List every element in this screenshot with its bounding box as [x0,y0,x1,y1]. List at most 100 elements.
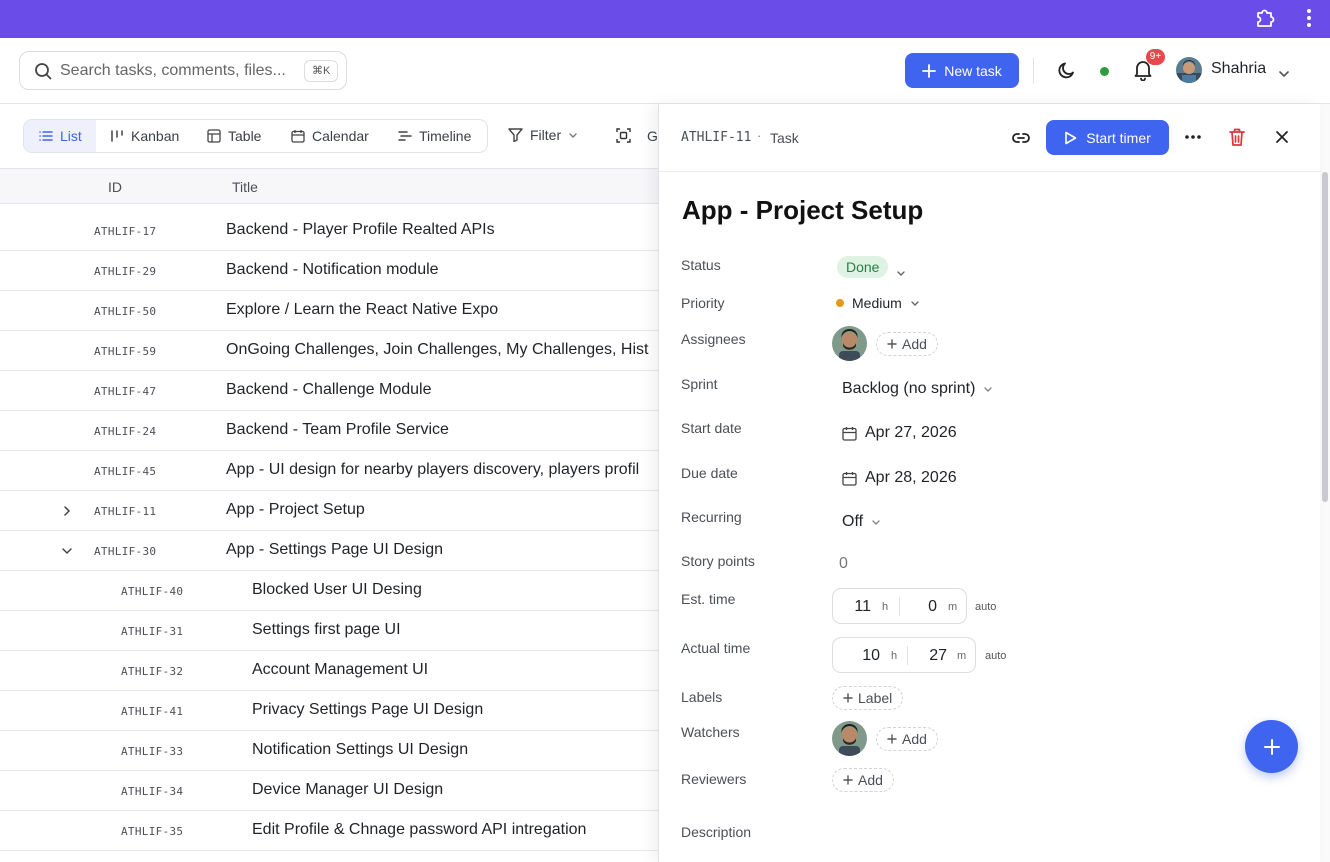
start-date-picker[interactable]: Apr 27, 2026 [842,424,957,442]
search-box[interactable]: ⌘K [19,51,347,90]
close-icon[interactable] [1274,129,1290,150]
chevron-right-icon[interactable] [60,504,74,523]
task-title-cell[interactable]: Privacy Settings Page UI Design [252,701,483,719]
search-input[interactable] [60,60,300,82]
more-horizontal-icon[interactable] [1184,128,1202,151]
link-icon[interactable] [1011,128,1031,153]
column-header-id[interactable]: ID [108,179,122,195]
task-title-cell[interactable]: Settings first page UI [252,621,401,639]
sprint-select[interactable]: Backlog (no sprint) [842,380,993,398]
table-row[interactable]: ATHLIF-50 Explore / Learn the React Nativ… [0,291,658,331]
est-minutes[interactable]: 0 [907,598,937,616]
table-row[interactable]: ATHLIF-29 Backend - Notification module [0,251,658,291]
add-watcher-button[interactable]: Add [876,727,938,751]
status-badge[interactable]: Done [837,256,889,278]
group-button-label[interactable]: G [647,128,658,144]
field-label-priority: Priority [681,295,725,311]
floating-add-button[interactable] [1245,720,1298,773]
tab-calendar[interactable]: Calendar [291,120,381,152]
watcher-avatar[interactable] [832,721,867,756]
field-label-watchers: Watchers [681,724,740,740]
user-name[interactable]: Shahria [1211,60,1266,78]
chevron-down-icon[interactable] [1278,65,1290,83]
table-row[interactable]: ATHLIF-32 Account Management UI [0,651,658,691]
table-row[interactable]: ATHLIF-41 Privacy Settings Page UI Design [0,691,658,731]
task-title[interactable]: App - Project Setup [682,195,923,226]
table-row[interactable]: ATHLIF-11 App - Project Setup [0,491,658,531]
add-label-button[interactable]: Label [832,686,904,710]
filter-button[interactable]: Filter [508,127,578,143]
actual-time-auto-label: auto [985,650,1007,662]
task-title-cell[interactable]: Backend - Team Profile Service [226,421,449,439]
task-title-cell[interactable]: Account Management UI [252,661,428,679]
actual-minutes[interactable]: 27 [913,647,947,665]
tab-kanban-label: Kanban [131,128,180,144]
table-row[interactable]: ATHLIF-17 Backend - Player Profile Realte… [0,211,658,251]
tab-kanban[interactable]: Kanban [110,120,190,152]
view-tabs: List Kanban Table Calendar Timeline [23,119,488,153]
chevron-down-icon [984,386,993,392]
plus-icon [1263,738,1280,755]
task-title-cell[interactable]: Edit Profile & Chnage password API intre… [252,821,586,839]
task-id: ATHLIF-41 [121,705,184,718]
due-date-picker[interactable]: Apr 28, 2026 [842,469,957,487]
scrollbar[interactable] [1320,104,1330,862]
tab-list[interactable]: List [24,120,96,152]
recurring-select[interactable]: Off [842,513,881,531]
table-row[interactable]: ATHLIF-59 OnGoing Challenges, Join Challe… [0,331,658,371]
chevron-down-icon[interactable] [896,264,906,282]
actual-time-input[interactable]: 10 h 27 m [832,637,976,673]
moon-icon[interactable] [1057,60,1077,85]
chevron-down-icon[interactable] [60,544,74,563]
recurring-value: Off [842,513,864,530]
task-title-cell[interactable]: OnGoing Challenges, Join Challenges, My … [226,341,648,359]
chevron-down-icon [872,519,880,525]
task-title-cell[interactable]: Backend - Notification module [226,261,439,279]
story-points-value[interactable]: 0 [839,555,848,573]
column-header-title[interactable]: Title [232,179,258,195]
actual-minutes-unit: m [957,650,967,662]
tab-timeline[interactable]: Timeline [398,120,488,152]
user-avatar[interactable] [1176,57,1202,83]
task-title-cell[interactable]: Notification Settings UI Design [252,741,468,759]
search-shortcut-hint: ⌘K [304,60,339,82]
task-title-cell[interactable]: App - UI design for nearby players disco… [226,461,639,479]
table-row[interactable]: ATHLIF-35 Edit Profile & Chnage password … [0,811,658,851]
table-row[interactable]: ATHLIF-30 App - Settings Page UI Design [0,531,658,571]
actual-hours[interactable]: 10 [845,647,880,665]
priority-select[interactable]: Medium [836,295,920,311]
est-hours[interactable]: 11 [841,598,871,616]
view-toolbar: List Kanban Table Calendar Timeline Filt… [0,104,658,168]
est-time-input[interactable]: 11 h 0 m [832,588,967,624]
task-title-cell[interactable]: App - Project Setup [226,501,365,519]
add-reviewer-button[interactable]: Add [832,768,894,792]
chevron-down-icon [911,300,919,306]
task-title-cell[interactable]: Explore / Learn the React Native Expo [226,301,498,319]
add-assignee-button[interactable]: Add [876,332,938,356]
table-row[interactable]: ATHLIF-40 Blocked User UI Desing [0,571,658,611]
table-row[interactable]: ATHLIF-45 App - UI design for nearby play… [0,451,658,491]
start-date-value: Apr 27, 2026 [865,424,957,441]
scrollbar-thumb[interactable] [1322,172,1328,502]
assignee-avatar[interactable] [832,326,867,361]
task-title-cell[interactable]: App - Settings Page UI Design [226,541,443,559]
task-title-cell[interactable]: Backend - Challenge Module [226,381,431,399]
task-title-cell[interactable]: Backend - Player Profile Realted APIs [226,221,495,239]
puzzle-icon[interactable] [1254,7,1276,29]
trash-icon[interactable] [1228,127,1246,152]
new-task-button[interactable]: New task [905,53,1019,88]
task-title-cell[interactable]: Device Manager UI Design [252,781,443,799]
table-row[interactable]: ATHLIF-47 Backend - Challenge Module [0,371,658,411]
table-row[interactable]: ATHLIF-33 Notification Settings UI Design [0,731,658,771]
group-icon[interactable] [616,128,631,148]
field-label-start-date: Start date [681,420,742,436]
table-row[interactable]: ATHLIF-24 Backend - Team Profile Service [0,411,658,451]
task-title-cell[interactable]: Blocked User UI Desing [252,581,422,599]
kebab-vertical-icon[interactable] [1300,7,1318,29]
table-row[interactable]: ATHLIF-34 Device Manager UI Design [0,771,658,811]
field-label-status: Status [681,257,721,273]
actual-hours-unit: h [891,650,898,662]
tab-table[interactable]: Table [207,120,277,152]
table-row[interactable]: ATHLIF-31 Settings first page UI [0,611,658,651]
start-timer-button[interactable]: Start timer [1046,120,1169,155]
